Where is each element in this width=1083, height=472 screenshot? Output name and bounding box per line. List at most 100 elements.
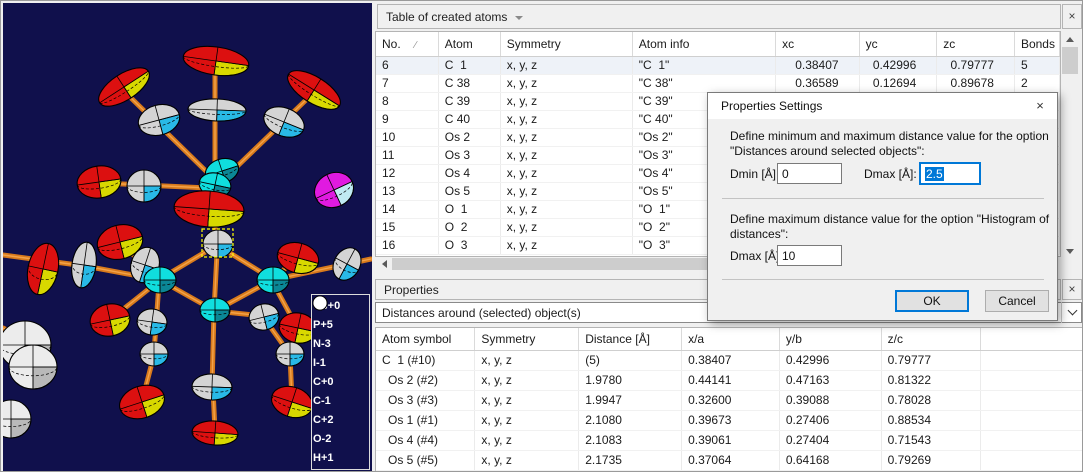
cell-_ xyxy=(981,390,1083,410)
cell-atom: O 3 xyxy=(438,236,500,254)
column-header-xc[interactable]: xc xyxy=(776,32,859,56)
scroll-up-button[interactable] xyxy=(1061,31,1079,47)
column-header-z-c[interactable]: z/c xyxy=(881,328,981,350)
legend-item-h1[interactable]: H+1 xyxy=(313,448,369,467)
distance-table-row[interactable]: C 1 (#10)x, y, z(5)0.384070.429960.79777 xyxy=(376,350,1083,370)
dialog-description-line1: Define minimum and maximum distance valu… xyxy=(730,129,1049,144)
properties-panel-close-button[interactable]: × xyxy=(1062,279,1082,300)
cell-yb: 0.64168 xyxy=(779,450,881,470)
molecule-viewport[interactable]: Os+0P+5N-3I-1C+0C-1C+2O-2H+1 xyxy=(3,3,372,471)
cell-atom: Os 3 xyxy=(438,146,500,164)
atom-ellipsoid[interactable] xyxy=(246,301,281,333)
column-header-y-b[interactable]: y/b xyxy=(779,328,881,350)
ok-button[interactable]: OK xyxy=(895,290,969,312)
legend-item-c2[interactable]: C+2 xyxy=(313,410,369,429)
column-header-bonds[interactable]: Bonds xyxy=(1014,32,1059,56)
triangle-up-icon xyxy=(1066,37,1074,42)
atom-ellipsoid[interactable] xyxy=(23,240,63,297)
hist-dmax-input[interactable]: 10 xyxy=(777,245,842,266)
column-header-symmetry[interactable]: Symmetry xyxy=(475,328,579,350)
atom-ellipsoid[interactable] xyxy=(140,342,168,366)
cancel-button[interactable]: Cancel xyxy=(985,290,1049,312)
scroll-down-button[interactable] xyxy=(1061,243,1079,259)
distance-table-row[interactable]: Os 1 (#1)x, y, z2.10800.396730.274060.88… xyxy=(376,410,1083,430)
cell-no: 7 xyxy=(376,74,438,92)
combo-dropdown-button[interactable] xyxy=(1061,302,1082,323)
cell-distance: 2.1080 xyxy=(579,410,682,430)
cell-distance: 1.9780 xyxy=(579,370,682,390)
cell-xa: 0.32600 xyxy=(682,390,780,410)
atom-ellipsoid[interactable] xyxy=(144,267,176,293)
atoms-panel-header[interactable]: Table of created atoms xyxy=(377,4,1061,29)
cell-no: 11 xyxy=(376,146,438,164)
atom-ellipsoid[interactable] xyxy=(93,60,156,113)
cell-xc: 0.36589 xyxy=(776,74,859,92)
legend-item-o2[interactable]: O-2 xyxy=(313,429,369,448)
cell-symmetry: x, y, z xyxy=(500,218,632,236)
column-header-spacer[interactable] xyxy=(981,328,1083,350)
distance-table-row[interactable]: Os 5 (#5)x, y, z2.17350.370640.641680.79… xyxy=(376,450,1083,470)
dialog-close-button[interactable]: × xyxy=(1023,93,1057,119)
atom-ellipsoid[interactable] xyxy=(75,163,123,201)
column-header-distance-[interactable]: Distance [Å] xyxy=(579,328,682,350)
column-header-x-a[interactable]: x/a xyxy=(682,328,780,350)
legend-item-n3[interactable]: N-3 xyxy=(313,334,369,353)
atom-ellipsoid[interactable] xyxy=(127,170,161,202)
cell-xc: 0.38407 xyxy=(776,56,859,74)
column-header-zc[interactable]: zc xyxy=(937,32,1015,56)
column-header-atom[interactable]: Atom xyxy=(438,32,500,56)
atom-ellipsoid[interactable] xyxy=(267,381,316,423)
atom-ellipsoid[interactable] xyxy=(328,243,367,285)
distance-table-row[interactable]: Os 4 (#4)x, y, z2.10830.390610.274040.71… xyxy=(376,430,1083,450)
column-header-atom-info[interactable]: Atom info xyxy=(632,32,775,56)
dialog-title-bar[interactable]: Properties Settings xyxy=(708,93,1057,119)
atom-ellipsoid[interactable] xyxy=(282,63,347,117)
dmin-input[interactable]: 0 xyxy=(777,163,842,184)
dmax-input[interactable]: 2.5 xyxy=(919,162,981,185)
scroll-left-button[interactable] xyxy=(377,257,391,271)
column-header-yc[interactable]: yc xyxy=(859,32,937,56)
atom-ellipsoid[interactable] xyxy=(9,345,57,389)
atom-ellipsoid[interactable] xyxy=(181,43,250,80)
atom-ellipsoid[interactable] xyxy=(188,98,247,122)
column-header-no-[interactable]: No.∕ xyxy=(376,32,438,56)
column-header-symmetry[interactable]: Symmetry xyxy=(500,32,632,56)
atom-ellipsoid[interactable] xyxy=(192,373,233,400)
atom-table-row[interactable]: 7C 38x, y, z"C 38"0.365890.126940.896782 xyxy=(376,74,1060,92)
application-window: Os+0P+5N-3I-1C+0C-1C+2O-2H+1 Table of cr… xyxy=(0,0,1083,472)
legend-item-p5[interactable]: P+5 xyxy=(313,315,369,334)
distance-table-row[interactable]: Os 2 (#2)x, y, z1.97800.441410.471630.81… xyxy=(376,370,1083,390)
cell-symmetry: x, y, z xyxy=(475,370,579,390)
atom-ellipsoid[interactable] xyxy=(115,380,169,425)
atom-ellipsoid[interactable] xyxy=(135,307,168,337)
atom-ellipsoid[interactable] xyxy=(3,400,31,438)
column-header-atom-symbol[interactable]: Atom symbol xyxy=(376,328,475,350)
triangle-left-icon xyxy=(382,260,387,268)
atom-ellipsoid[interactable] xyxy=(276,342,304,366)
cell-atom: Os 4 (#4) xyxy=(376,430,475,450)
cell-atom: C 1 xyxy=(438,56,500,74)
vertical-scrollbar[interactable] xyxy=(1061,31,1079,259)
atom-ellipsoid[interactable] xyxy=(257,267,289,293)
atom-ellipsoid[interactable] xyxy=(191,419,239,446)
atom-ellipsoid[interactable] xyxy=(203,230,233,258)
properties-table-header-row[interactable]: Atom symbolSymmetryDistance [Å]x/ay/bz/c xyxy=(376,328,1083,350)
hist-dmax-value: 10 xyxy=(782,249,795,263)
atoms-panel-title: Table of created atoms xyxy=(386,10,507,24)
legend-item-c0[interactable]: C+0 xyxy=(313,372,369,391)
distance-table-row[interactable]: Os 3 (#3)x, y, z1.99470.326000.390880.78… xyxy=(376,390,1083,410)
cell-no: 10 xyxy=(376,128,438,146)
atom-table-row[interactable]: 6C 1x, y, z"C 1"0.384070.429960.797775 xyxy=(376,56,1060,74)
vertical-scrollbar-thumb[interactable] xyxy=(1062,47,1078,74)
atom-ellipsoid[interactable] xyxy=(69,241,99,290)
atoms-table-header-row[interactable]: No.∕AtomSymmetryAtom infoxcyczcBonds xyxy=(376,32,1060,56)
cell-zc: 0.79777 xyxy=(881,350,981,370)
atoms-panel-close-button[interactable]: × xyxy=(1062,4,1082,29)
legend-item-i1[interactable]: I-1 xyxy=(313,353,369,372)
atom-ellipsoid[interactable] xyxy=(200,298,230,322)
cell-atom: Os 3 (#3) xyxy=(376,390,475,410)
legend-item-c1[interactable]: C-1 xyxy=(313,391,369,410)
panel-menu-chevron-icon[interactable] xyxy=(515,16,523,20)
atom-ellipsoid[interactable] xyxy=(173,189,245,230)
atom-ellipsoid[interactable] xyxy=(309,166,360,214)
